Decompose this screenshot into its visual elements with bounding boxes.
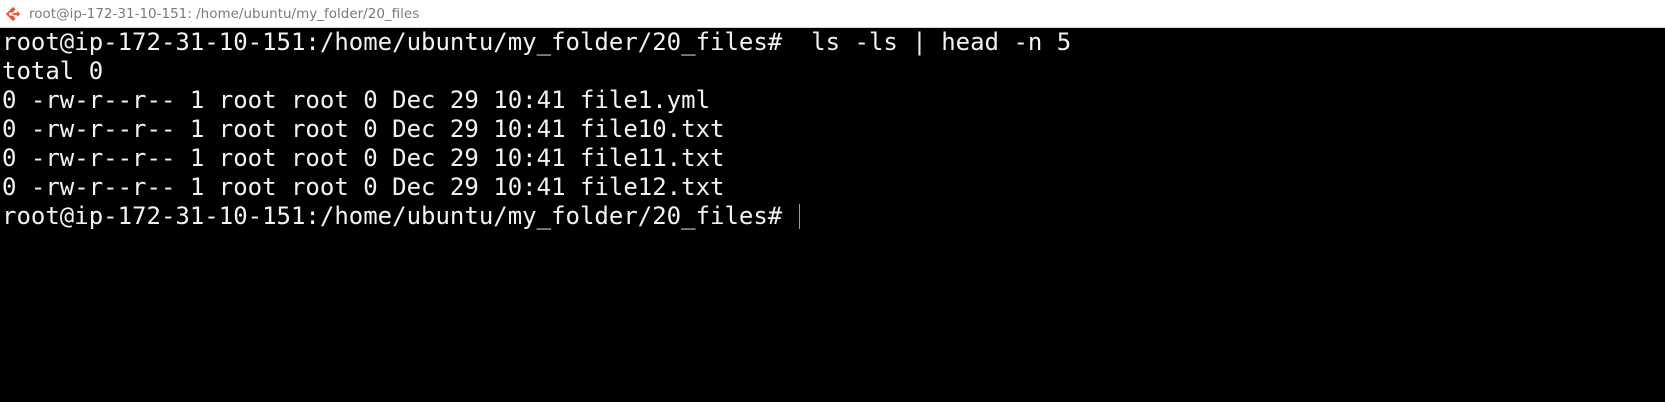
output-line: 0 -rw-r--r-- 1 root root 0 Dec 29 10:41 … — [2, 86, 711, 114]
text-cursor — [798, 204, 800, 229]
output-line: 0 -rw-r--r-- 1 root root 0 Dec 29 10:41 … — [2, 144, 725, 172]
output-line: total 0 — [2, 57, 104, 85]
terminal-window: root@ip-172-31-10-151: /home/ubuntu/my_f… — [0, 0, 1665, 402]
output-line: 0 -rw-r--r-- 1 root root 0 Dec 29 10:41 … — [2, 173, 725, 201]
title-bar[interactable]: root@ip-172-31-10-151: /home/ubuntu/my_f… — [0, 0, 1665, 28]
command-line: root@ip-172-31-10-151:/home/ubuntu/my_fo… — [2, 28, 1072, 56]
terminal-output[interactable]: root@ip-172-31-10-151:/home/ubuntu/my_fo… — [0, 28, 1665, 402]
window-title: root@ip-172-31-10-151: /home/ubuntu/my_f… — [29, 5, 420, 22]
output-line: 0 -rw-r--r-- 1 root root 0 Dec 29 10:41 … — [2, 115, 725, 143]
prompt-line[interactable]: root@ip-172-31-10-151:/home/ubuntu/my_fo… — [2, 202, 1665, 231]
git-bash-icon — [2, 3, 24, 25]
shell-prompt: root@ip-172-31-10-151:/home/ubuntu/my_fo… — [2, 202, 797, 230]
